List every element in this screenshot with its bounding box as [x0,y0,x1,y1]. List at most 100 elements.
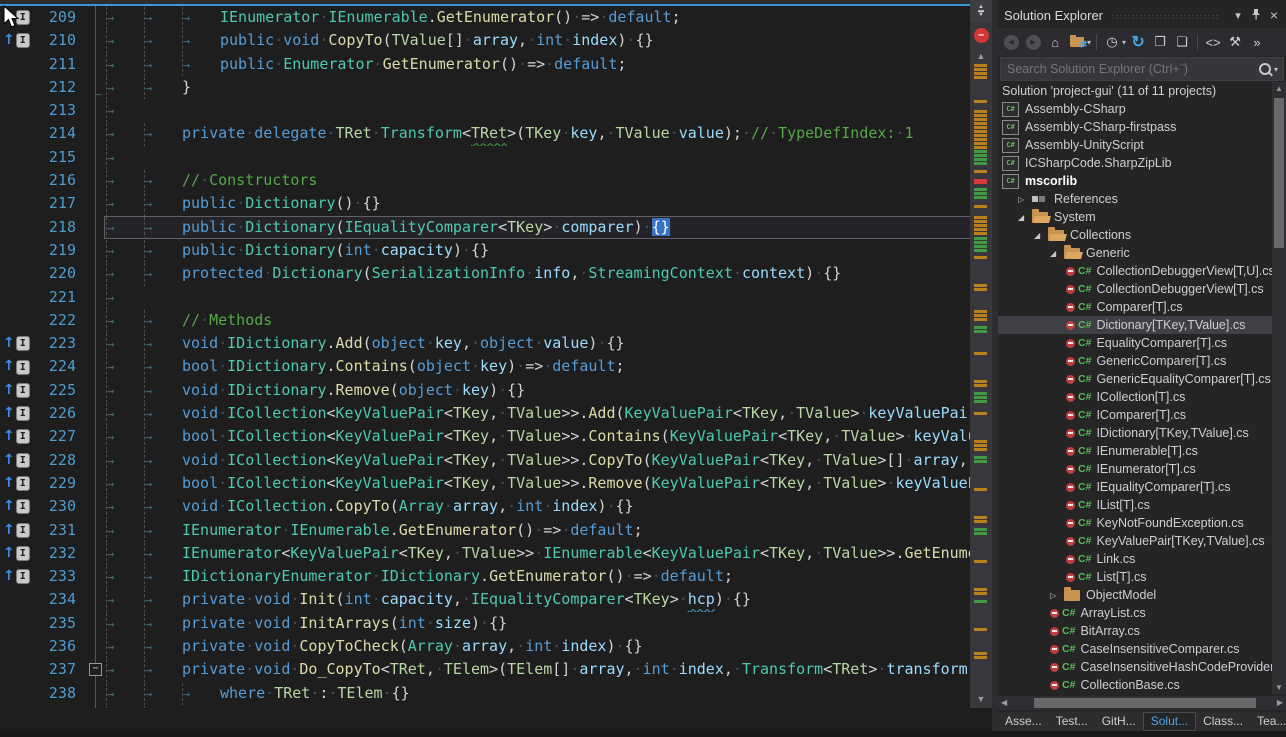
search-icon[interactable] [1259,63,1271,75]
tool-window-tab[interactable]: GitH... [1095,713,1143,730]
tree-item[interactable]: C#ICollection[T].cs [998,388,1272,406]
scroll-down-icon[interactable]: ▼ [1272,683,1286,692]
collapse-all-icon[interactable]: ❐ [1150,31,1170,53]
code-line[interactable]: ↑I232→→IEnumerator<KeyValuePair<TKey,·TV… [0,542,992,565]
code-line[interactable]: ↑I226→→void·ICollection<KeyValuePair<TKe… [0,402,992,425]
code-line[interactable]: 217→→public·Dictionary()·{} [0,192,992,215]
tree-item[interactable]: C#CaseInsensitiveComparer.cs [998,640,1272,658]
refresh-icon[interactable]: ↻ [1128,31,1148,53]
tree-item[interactable]: Solution 'project-gui' (11 of 11 project… [998,82,1272,100]
tree-item[interactable]: C#IComparer[T].cs [998,406,1272,424]
tree-item[interactable]: C#Link.cs [998,550,1272,568]
code-line[interactable]: 219→→public·Dictionary(int·capacity)·{} [0,239,992,262]
tool-window-tab[interactable]: Class... [1196,713,1250,730]
collapse-arrow-icon[interactable]: ◢ [1034,231,1048,240]
tree-item[interactable]: C#KeyNotFoundException.cs [998,514,1272,532]
splitter-grip-icon[interactable]: ▲▬▼ [970,0,992,22]
search-options-caret-icon[interactable]: ▾ [1274,65,1278,74]
tree-item[interactable]: C#CollectionDebuggerView[T].cs [998,280,1272,298]
tree-item[interactable]: C#KeyValuePair[TKey,TValue].cs [998,532,1272,550]
code-line[interactable]: 221→ [0,286,992,309]
code-line[interactable]: 211→→→public·Enumerator·GetEnumerator()·… [0,53,992,76]
code-line[interactable]: ↑I227→→bool·ICollection<KeyValuePair<TKe… [0,425,992,448]
window-menu-icon[interactable]: ▾ [1230,9,1246,22]
tree-item[interactable]: C#Assembly-CSharp [998,100,1272,118]
code-line[interactable]: 215→ [0,146,992,169]
code-line[interactable]: ↑I223→→void·IDictionary.Add(object·key,·… [0,332,992,355]
code-line[interactable]: ↑I231→→IEnumerator·IEnumerable.GetEnumer… [0,519,992,542]
view-code-icon[interactable]: <> [1203,31,1223,53]
tool-window-tab[interactable]: Tea... [1250,713,1286,730]
expand-arrow-icon[interactable]: ▷ [1050,591,1064,600]
overflow-icon[interactable]: » [1247,31,1267,53]
expand-arrow-icon[interactable]: ▷ [1018,195,1032,204]
tree-item[interactable]: C#CollectionDebuggerView[T,U].cs [998,262,1272,280]
tree-item[interactable]: C#mscorlib [998,172,1272,190]
code-line[interactable]: 222→→//·Methods [0,309,992,332]
editor-vertical-scrollbar[interactable]: ▲▬▼ – ▲ ▼ [970,0,992,708]
solution-explorer-title-bar[interactable]: Solution Explorer ▾ × [998,0,1286,28]
code-line[interactable]: 237−→→private·void·Do_CopyTo<TRet,·TElem… [0,658,992,681]
close-icon[interactable]: × [1266,7,1282,23]
code-line[interactable]: 235→→private·void·InitArrays(int·size)·{… [0,612,992,635]
scroll-left-icon[interactable]: ◀ [1001,696,1007,710]
tool-window-tab[interactable]: Solut... [1143,712,1196,731]
fold-collapse-icon[interactable]: − [89,663,102,676]
tree-item[interactable]: C#EqualityComparer[T].cs [998,334,1272,352]
code-line[interactable]: 213→ [0,99,992,122]
code-line[interactable]: 238→→→where·TRet·:·TElem·{} [0,682,992,705]
code-line[interactable]: 216→→//·Constructors [0,169,992,192]
tree-item[interactable]: ◢System [998,208,1272,226]
tree-item[interactable]: C#CollectionBase.cs [998,676,1272,694]
tree-item[interactable]: C#IEqualityComparer[T].cs [998,478,1272,496]
forward-icon[interactable]: ► [1023,31,1043,53]
collapse-arrow-icon[interactable]: ◢ [1018,213,1032,222]
show-all-files-icon[interactable]: ❏ [1172,31,1192,53]
scroll-up-icon[interactable]: ▲ [970,51,992,61]
code-line[interactable]: ↑I224→→bool·IDictionary.Contains(object·… [0,355,992,378]
tree-item[interactable]: C#IDictionary[TKey,TValue].cs [998,424,1272,442]
tree-item[interactable]: C#Comparer[T].cs [998,298,1272,316]
collapse-arrow-icon[interactable]: ◢ [1050,249,1064,258]
tree-item[interactable]: C#IList[T].cs [998,496,1272,514]
code-line[interactable]: 220→→protected·Dictionary(SerializationI… [0,262,992,285]
tree-item[interactable]: C#Dictionary[TKey,TValue].cs [998,316,1272,334]
tool-window-tab[interactable]: Asse... [998,713,1049,730]
search-box[interactable]: ▾ [1000,57,1284,81]
pending-changes-filter-caret-icon[interactable]: ▾ [1122,38,1126,47]
scroll-down-icon[interactable]: ▼ [970,694,992,704]
scroll-right-icon[interactable]: ▶ [1277,696,1283,710]
tree-item[interactable]: C#CaseInsensitiveHashCodeProvider.cs [998,658,1272,676]
drag-handle[interactable] [1111,14,1220,20]
switch-views-icon[interactable]: ⇄ [1067,31,1087,53]
pending-changes-filter-icon[interactable]: ◷ [1102,31,1122,53]
code-line[interactable]: 218→→public·Dictionary(IEqualityComparer… [0,216,992,239]
tree-item[interactable]: ▷ObjectModel [998,586,1272,604]
tree-item[interactable]: C#Assembly-UnityScript [998,136,1272,154]
scroll-up-icon[interactable]: ▲ [1272,84,1286,93]
code-line[interactable]: ↑I228→→void·ICollection<KeyValuePair<TKe… [0,449,992,472]
tree-item[interactable]: C#IEnumerator[T].cs [998,460,1272,478]
back-icon[interactable]: ◄ [1001,31,1021,53]
tree-item[interactable]: C#GenericComparer[T].cs [998,352,1272,370]
tree-item[interactable]: C#List[T].cs [998,568,1272,586]
properties-icon[interactable]: ⚒ [1225,31,1245,53]
scrollbar-thumb[interactable] [1274,98,1284,248]
pin-icon[interactable] [1248,8,1264,23]
code-line[interactable]: ↑I233→→IDictionaryEnumerator·IDictionary… [0,565,992,588]
tree-item[interactable]: ▷References [998,190,1272,208]
code-line[interactable]: 214→→private·delegate·TRet·Transform<TRe… [0,122,992,145]
tree-item[interactable]: ◢Collections [998,226,1272,244]
code-editor[interactable]: ↑I209→→→IEnumerator·IEnumerable.GetEnume… [0,0,992,708]
home-icon[interactable]: ⌂ [1045,31,1065,53]
tree-item[interactable]: C#ICSharpCode.SharpZipLib [998,154,1272,172]
code-line[interactable]: ↑I209→→→IEnumerator·IEnumerable.GetEnume… [0,6,992,29]
tool-window-tab[interactable]: Test... [1049,713,1095,730]
tree-item[interactable]: ◢Generic [998,244,1272,262]
tree-item[interactable]: C#IEnumerable[T].cs [998,442,1272,460]
folding-margin[interactable]: − [88,658,104,681]
code-line[interactable]: ↑I210→→→public·void·CopyTo(TValue[]·arra… [0,29,992,52]
code-line[interactable]: ↑I230→→void·ICollection.CopyTo(Array·arr… [0,495,992,518]
tree-vertical-scrollbar[interactable]: ▲ ▼ [1272,82,1286,694]
scrollbar-thumb[interactable] [1034,698,1256,708]
